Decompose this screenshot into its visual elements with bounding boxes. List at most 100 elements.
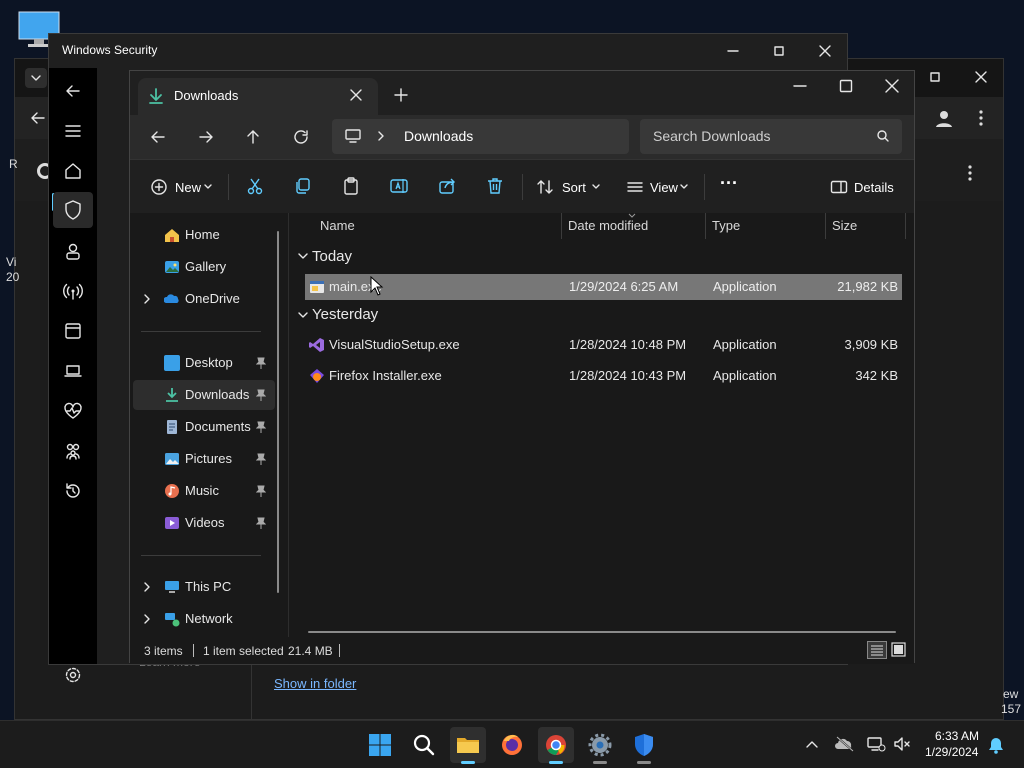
browser-profile-icon[interactable] bbox=[933, 107, 955, 129]
horizontal-scrollbar[interactable] bbox=[308, 631, 896, 633]
details-view-icon[interactable] bbox=[867, 641, 887, 659]
search-icon[interactable] bbox=[406, 727, 442, 763]
nav-item-pictures[interactable]: Pictures bbox=[160, 444, 270, 474]
nav-item-network[interactable]: Network bbox=[160, 604, 270, 634]
column-date-modified[interactable]: Date modified bbox=[568, 213, 648, 239]
details-button[interactable]: Details bbox=[828, 175, 898, 199]
browser-more-icon[interactable] bbox=[963, 163, 977, 183]
settings-icon[interactable] bbox=[582, 727, 618, 764]
back-icon[interactable] bbox=[63, 81, 83, 101]
column-size[interactable]: Size bbox=[832, 213, 857, 239]
browser-maximize-icon[interactable] bbox=[927, 69, 943, 85]
paste-icon[interactable] bbox=[341, 176, 361, 196]
notification-bell-icon[interactable] bbox=[988, 736, 1004, 754]
family-icon[interactable] bbox=[63, 441, 83, 461]
breadcrumb[interactable]: Downloads bbox=[332, 119, 629, 154]
nav-item-gallery[interactable]: Gallery bbox=[160, 252, 280, 282]
back-arrow-icon[interactable] bbox=[148, 127, 168, 147]
group-header-yesterday[interactable]: Yesterday bbox=[312, 306, 378, 323]
device-icon[interactable] bbox=[63, 361, 83, 381]
share-icon[interactable] bbox=[437, 176, 457, 196]
refresh-icon[interactable] bbox=[291, 127, 311, 147]
expand-chevron-icon[interactable] bbox=[142, 293, 152, 305]
minimize-icon[interactable] bbox=[792, 78, 808, 94]
cut-icon[interactable] bbox=[245, 176, 265, 196]
maximize-icon[interactable] bbox=[771, 43, 787, 59]
collapse-chevron-icon[interactable] bbox=[297, 310, 309, 320]
collapse-chevron-icon[interactable] bbox=[297, 251, 309, 261]
nav-label: Network bbox=[185, 611, 233, 626]
account-icon[interactable] bbox=[63, 241, 83, 261]
column-divider[interactable] bbox=[561, 213, 562, 239]
more-options-button[interactable]: ... bbox=[720, 168, 738, 189]
network-status-icon[interactable] bbox=[866, 735, 886, 753]
expand-chevron-icon[interactable] bbox=[142, 581, 152, 593]
browser-menu-icon[interactable] bbox=[973, 107, 989, 129]
menu-icon[interactable] bbox=[63, 121, 83, 141]
chrome-icon[interactable] bbox=[538, 727, 574, 764]
nav-item-home[interactable]: Home bbox=[160, 220, 280, 250]
windows-start-icon[interactable] bbox=[362, 727, 398, 763]
windows-security-icon[interactable] bbox=[626, 727, 662, 764]
column-divider[interactable] bbox=[705, 213, 706, 239]
sort-label: Sort bbox=[562, 180, 586, 195]
nav-item-downloads[interactable]: Downloads bbox=[160, 380, 270, 410]
tab-downloads[interactable]: Downloads bbox=[138, 78, 378, 115]
delete-icon[interactable] bbox=[485, 176, 505, 196]
minimize-icon[interactable] bbox=[725, 43, 741, 59]
search-input[interactable]: Search Downloads bbox=[640, 119, 902, 154]
view-button[interactable]: View bbox=[624, 175, 694, 199]
nav-item-documents[interactable]: Documents bbox=[160, 412, 270, 442]
column-divider[interactable] bbox=[825, 213, 826, 239]
maximize-icon[interactable] bbox=[838, 78, 854, 94]
nav-item-music[interactable]: Music bbox=[160, 476, 270, 506]
navigation-scrollbar[interactable] bbox=[277, 231, 279, 593]
onedrive-offline-icon[interactable] bbox=[834, 735, 856, 753]
history-icon[interactable] bbox=[63, 481, 83, 501]
clock-date[interactable]: 1/29/2024 bbox=[925, 745, 978, 759]
column-type[interactable]: Type bbox=[712, 213, 740, 239]
settings-icon[interactable] bbox=[63, 665, 83, 685]
app-browser-icon[interactable] bbox=[63, 321, 83, 341]
show-hidden-icons-chevron[interactable] bbox=[804, 737, 820, 751]
explorer-body: Home Gallery OneDrive Desktop Downloads bbox=[130, 213, 914, 637]
windows-security-titlebar: Windows Security bbox=[49, 34, 847, 68]
nav-item-thispc[interactable]: This PC bbox=[160, 572, 270, 602]
new-button[interactable]: New bbox=[148, 175, 216, 199]
copy-icon[interactable] bbox=[293, 176, 313, 196]
active-indicator bbox=[549, 761, 563, 764]
rename-icon[interactable] bbox=[389, 176, 409, 196]
group-header-today[interactable]: Today bbox=[312, 248, 352, 265]
clock-time[interactable]: 6:33 AM bbox=[935, 729, 979, 743]
sort-button[interactable]: Sort bbox=[534, 175, 604, 199]
shield-icon[interactable] bbox=[53, 192, 93, 228]
browser-close-icon[interactable] bbox=[973, 69, 989, 85]
expand-chevron-icon[interactable] bbox=[142, 613, 152, 625]
new-tab-icon[interactable] bbox=[393, 87, 409, 103]
nav-item-desktop[interactable]: Desktop bbox=[160, 348, 270, 378]
browser-back-icon[interactable] bbox=[29, 109, 47, 127]
close-icon[interactable] bbox=[817, 43, 833, 59]
column-name[interactable]: Name bbox=[320, 213, 355, 239]
volume-muted-icon[interactable] bbox=[892, 735, 912, 753]
show-in-folder-link[interactable]: Show in folder bbox=[274, 676, 356, 691]
tiles-view-icon[interactable] bbox=[890, 641, 908, 659]
up-arrow-icon[interactable] bbox=[243, 127, 263, 147]
network-icon[interactable] bbox=[63, 281, 83, 301]
column-divider[interactable] bbox=[905, 213, 906, 239]
file-explorer-icon[interactable] bbox=[450, 727, 486, 764]
file-row[interactable]: VisualStudioSetup.exe 1/28/2024 10:48 PM… bbox=[305, 332, 902, 358]
home-icon[interactable] bbox=[63, 161, 83, 181]
forward-arrow-icon[interactable] bbox=[196, 127, 216, 147]
file-row-selected[interactable]: main.exe 1/29/2024 6:25 AM Application 2… bbox=[305, 274, 902, 300]
browser-tab-search-icon[interactable] bbox=[25, 68, 47, 88]
file-row[interactable]: Firefox Installer.exe 1/28/2024 10:43 PM… bbox=[305, 363, 902, 389]
nav-item-onedrive[interactable]: OneDrive bbox=[160, 284, 280, 314]
firefox-icon[interactable] bbox=[494, 727, 530, 763]
nav-item-videos[interactable]: Videos bbox=[160, 508, 270, 538]
application-icon bbox=[309, 279, 325, 295]
health-icon[interactable] bbox=[63, 401, 83, 421]
close-icon[interactable] bbox=[884, 78, 900, 94]
tab-close-icon[interactable] bbox=[349, 88, 363, 102]
pane-divider[interactable] bbox=[288, 213, 289, 637]
